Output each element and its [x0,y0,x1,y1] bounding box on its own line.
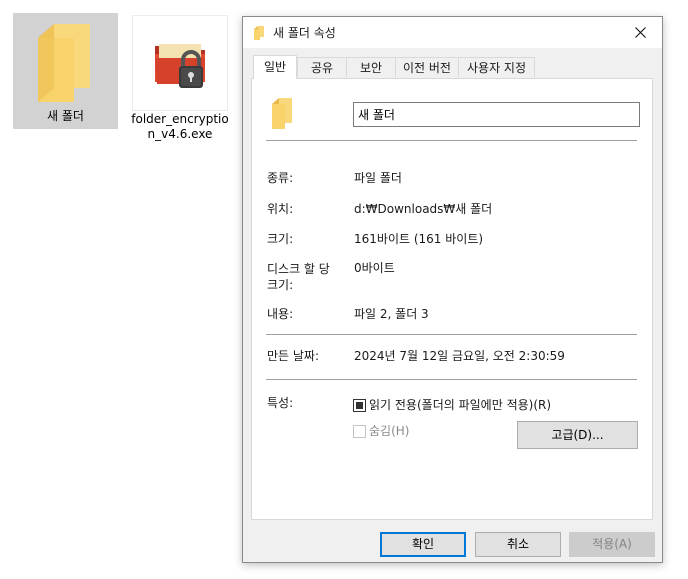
separator [266,140,637,141]
desktop-folder-label: 새 폴더 [47,109,84,123]
separator [266,379,637,380]
created-label: 만든 날짜: [267,349,320,363]
readonly-label: 읽기 전용(폴더의 파일에만 적용)(R) [369,398,552,412]
location-label: 위치: [267,202,294,216]
tab-sharing[interactable]: 공유 [297,57,347,77]
advanced-button[interactable]: 고급(D)... [517,421,638,449]
close-button[interactable] [618,17,662,48]
attributes-label: 특성: [267,396,294,410]
type-label: 종류: [267,171,294,185]
tab-security[interactable]: 보안 [346,57,396,77]
general-panel: 종류: 파일 폴더 위치: d:₩Downloads₩새 폴더 크기: 161바… [251,78,653,520]
disk-size-value: 0바이트 [354,261,395,275]
location-value: d:₩Downloads₩새 폴더 [354,202,493,216]
separator [266,334,637,335]
tab-customize[interactable]: 사용자 지정 [458,57,535,77]
apply-button[interactable]: 적용(A) [569,532,655,557]
type-value: 파일 폴더 [354,171,402,185]
desktop-exe-label: folder_encryption_v4.6.exe [131,112,229,141]
folder-name-input[interactable] [353,102,640,127]
size-label: 크기: [267,232,294,246]
disk-size-label: 디스크 할 당 크기: [267,262,330,292]
contents-value: 파일 2, 폴더 3 [354,307,429,321]
properties-dialog: 새 폴더 속성 일반 공유 보안 이전 버전 사용자 지정 종류: 파일 폴더 … [242,16,663,563]
created-value: 2024년 7월 12일 금요일, 오전 2:30:59 [354,349,565,363]
desktop-exe-icon-item[interactable]: folder_encryption_v4.6.exe [131,15,229,141]
dialog-title: 새 폴더 속성 [273,26,336,40]
contents-label: 내용: [267,307,294,321]
folder-icon [254,26,264,40]
close-icon [634,27,646,38]
hidden-checkbox[interactable] [353,425,366,438]
encrypted-folder-icon [155,44,205,88]
readonly-checkbox[interactable] [353,399,366,412]
tab-previous-versions[interactable]: 이전 버전 [395,57,459,77]
hidden-label: 숨김(H) [369,424,410,438]
folder-icon [38,24,90,102]
ok-button[interactable]: 확인 [380,532,466,557]
desktop-folder-icon-item[interactable]: 새 폴더 [13,13,118,129]
tab-general[interactable]: 일반 [253,55,297,79]
folder-icon [272,98,292,129]
size-value: 161바이트 (161 바이트) [354,232,484,246]
cancel-button[interactable]: 취소 [475,532,561,557]
title-bar[interactable]: 새 폴더 속성 [243,17,662,48]
